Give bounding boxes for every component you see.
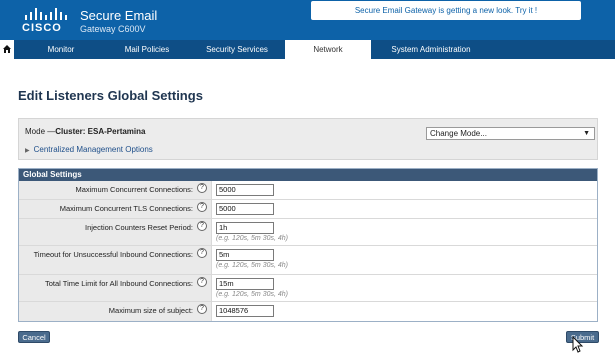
setting-label: Injection Counters Reset Period: xyxy=(85,223,193,232)
help-icon[interactable]: ? xyxy=(197,304,207,314)
help-icon[interactable]: ? xyxy=(197,248,207,258)
max-subject-size-input[interactable]: 1048576 xyxy=(216,305,274,317)
settings-row-injection-reset: Injection Counters Reset Period: ? 1h (e… xyxy=(19,219,597,246)
top-header: CISCO Secure Email Gateway C600V Secure … xyxy=(0,0,615,40)
tab-network[interactable]: Network xyxy=(285,40,371,59)
tab-mail-policies[interactable]: Mail Policies xyxy=(118,40,176,59)
unsuccessful-inbound-timeout-input[interactable]: 5m xyxy=(216,249,274,261)
new-look-banner[interactable]: Secure Email Gateway is getting a new lo… xyxy=(311,1,581,20)
change-mode-value: Change Mode... xyxy=(430,129,487,138)
settings-row-total-time-limit: Total Time Limit for All Inbound Connect… xyxy=(19,275,597,302)
home-button[interactable] xyxy=(0,40,14,59)
format-hint: (e.g. 120s, 5m 30s, 4h) xyxy=(216,235,288,242)
mode-label: Mode —Cluster: ESA-Pertamina xyxy=(25,127,145,136)
max-concurrent-tls-connections-input[interactable]: 5000 xyxy=(216,203,274,215)
home-icon xyxy=(3,45,11,53)
global-settings-heading: Global Settings xyxy=(19,169,597,181)
settings-row-max-connections: Maximum Concurrent Connections: ? 5000 xyxy=(19,181,597,200)
cisco-logo[interactable]: CISCO xyxy=(22,8,70,34)
mouse-pointer-icon xyxy=(572,336,584,353)
setting-label: Total Time Limit for All Inbound Connect… xyxy=(45,279,193,288)
cisco-logo-text: CISCO xyxy=(22,22,62,34)
cancel-button[interactable]: Cancel xyxy=(18,331,50,343)
global-settings-panel: Global Settings Maximum Concurrent Conne… xyxy=(18,168,598,322)
tab-system-administration[interactable]: System Administration xyxy=(384,40,478,59)
mode-label-prefix: Mode — xyxy=(25,127,56,136)
setting-label: Timeout for Unsuccessful Inbound Connect… xyxy=(33,250,193,259)
product-name: Secure Email xyxy=(80,8,158,23)
settings-row-max-subject-size: Maximum size of subject: ? 1048576 xyxy=(19,302,597,321)
centralized-management-toggle[interactable]: ▶ Centralized Management Options xyxy=(25,145,153,154)
mode-panel: Mode —Cluster: ESA-Pertamina Change Mode… xyxy=(18,118,598,160)
tab-security-services[interactable]: Security Services xyxy=(200,40,274,59)
change-mode-select[interactable]: Change Mode... ▼ xyxy=(426,127,595,140)
help-icon[interactable]: ? xyxy=(197,221,207,231)
format-hint: (e.g. 120s, 5m 30s, 4h) xyxy=(216,262,288,269)
help-icon[interactable]: ? xyxy=(197,202,207,212)
injection-counters-reset-input[interactable]: 1h xyxy=(216,222,274,234)
mode-cluster-name: Cluster: ESA-Pertamina xyxy=(55,127,146,136)
main-nav: Monitor Mail Policies Security Services … xyxy=(0,40,615,59)
page-title: Edit Listeners Global Settings xyxy=(18,88,203,103)
total-time-limit-input[interactable]: 15m xyxy=(216,278,274,290)
setting-label: Maximum Concurrent Connections: xyxy=(75,185,193,194)
cisco-logo-bars xyxy=(25,8,70,20)
settings-row-unsuccessful-timeout: Timeout for Unsuccessful Inbound Connect… xyxy=(19,246,597,275)
setting-label: Maximum Concurrent TLS Connections: xyxy=(59,204,193,213)
settings-row-max-tls-connections: Maximum Concurrent TLS Connections: ? 50… xyxy=(19,200,597,219)
product-model: Gateway C600V xyxy=(80,24,146,34)
format-hint: (e.g. 120s, 5m 30s, 4h) xyxy=(216,291,288,298)
tab-monitor[interactable]: Monitor xyxy=(46,40,76,59)
max-concurrent-connections-input[interactable]: 5000 xyxy=(216,184,274,196)
chevron-down-icon: ▼ xyxy=(583,130,590,137)
centralized-management-label: Centralized Management Options xyxy=(33,145,153,154)
product-title: Secure Email Gateway C600V xyxy=(80,8,157,34)
help-icon[interactable]: ? xyxy=(197,277,207,287)
help-icon[interactable]: ? xyxy=(197,183,207,193)
setting-label: Maximum size of subject: xyxy=(108,306,193,315)
expand-triangle-icon: ▶ xyxy=(25,148,30,154)
